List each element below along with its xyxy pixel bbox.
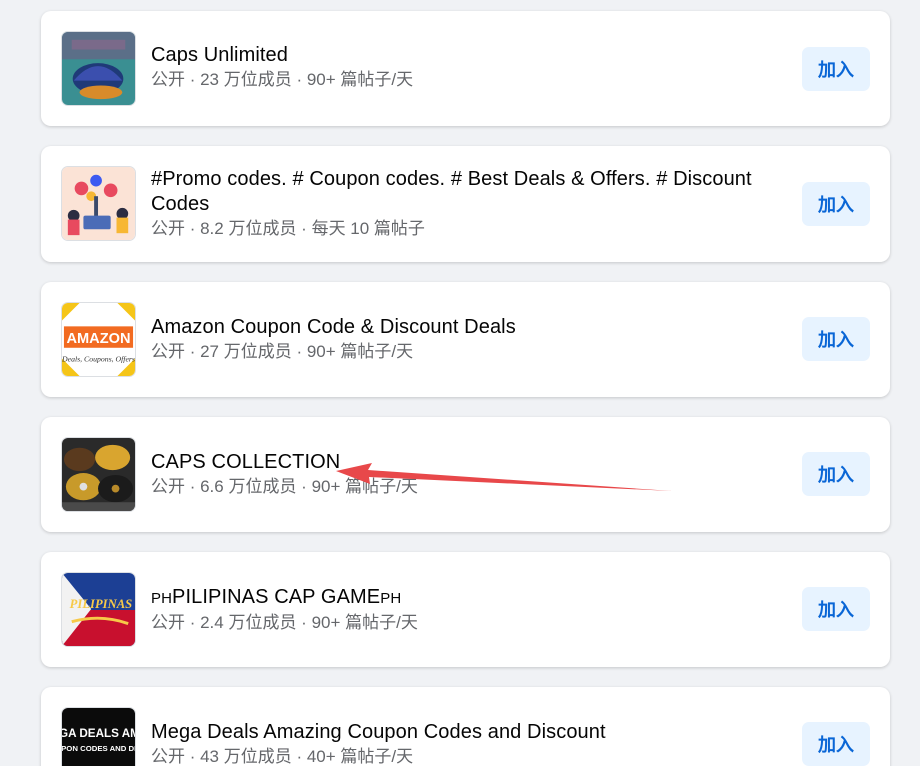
- flag-prefix: PH: [151, 590, 173, 607]
- group-name[interactable]: Amazon Coupon Code & Discount Deals: [151, 315, 790, 340]
- join-button[interactable]: 加入: [802, 722, 870, 766]
- group-meta: 公开 · 8.2 万位成员 · 每天 10 篇帖子: [151, 219, 425, 238]
- join-button[interactable]: 加入: [802, 317, 870, 361]
- thumb-logo-subtext: COUPON CODES AND DISCO: [62, 744, 135, 753]
- group-card[interactable]: PILIPINAS PHPILIPINAS CAP GAMEPH 公开 · 2.…: [41, 552, 890, 667]
- group-thumbnail[interactable]: PILIPINAS: [61, 572, 136, 647]
- join-button[interactable]: 加入: [802, 452, 870, 496]
- group-name-main: PILIPINAS CAP GAME: [172, 586, 381, 608]
- group-name[interactable]: PHPILIPINAS CAP GAMEPH: [151, 585, 790, 611]
- join-button[interactable]: 加入: [802, 47, 870, 91]
- group-meta: 公开 · 23 万位成员 · 90+ 篇帖子/天: [151, 70, 414, 89]
- group-meta: 公开 · 27 万位成员 · 90+ 篇帖子/天: [151, 342, 414, 361]
- thumb-logo-text: AMAZON: [66, 331, 130, 347]
- join-button[interactable]: 加入: [802, 587, 870, 631]
- group-thumbnail[interactable]: MEGA DEALS AMAZ COUPON CODES AND DISCO: [61, 707, 136, 766]
- group-card[interactable]: Caps Unlimited 公开 · 23 万位成员 · 90+ 篇帖子/天 …: [41, 11, 890, 126]
- group-card[interactable]: CAPS COLLECTION 公开 · 6.6 万位成员 · 90+ 篇帖子/…: [41, 417, 890, 532]
- group-card[interactable]: MEGA DEALS AMAZ COUPON CODES AND DISCO M…: [41, 687, 890, 766]
- group-meta: 公开 · 2.4 万位成员 · 90+ 篇帖子/天: [151, 613, 418, 632]
- thumb-logo-text: PILIPINAS: [70, 597, 133, 611]
- group-thumbnail[interactable]: [61, 166, 136, 241]
- join-button[interactable]: 加入: [802, 182, 870, 226]
- thumb-logo-subtext: Deals, Coupons, Offers: [62, 354, 135, 363]
- group-card[interactable]: #Promo codes. # Coupon codes. # Best Dea…: [41, 146, 890, 262]
- group-name[interactable]: Mega Deals Amazing Coupon Codes and Disc…: [151, 720, 790, 745]
- thumb-logo-text: MEGA DEALS AMAZ: [62, 727, 135, 740]
- flag-suffix: PH: [380, 590, 402, 607]
- group-list: Caps Unlimited 公开 · 23 万位成员 · 90+ 篇帖子/天 …: [0, 0, 920, 766]
- group-thumbnail[interactable]: AMAZON Deals, Coupons, Offers: [61, 302, 136, 377]
- group-meta: 公开 · 6.6 万位成员 · 90+ 篇帖子/天: [151, 477, 418, 496]
- group-card[interactable]: AMAZON Deals, Coupons, Offers Amazon Cou…: [41, 282, 890, 397]
- group-thumbnail[interactable]: [61, 437, 136, 512]
- group-name[interactable]: #Promo codes. # Coupon codes. # Best Dea…: [151, 167, 790, 217]
- group-meta: 公开 · 43 万位成员 · 40+ 篇帖子/天: [151, 747, 414, 766]
- group-thumbnail[interactable]: [61, 31, 136, 106]
- group-name[interactable]: Caps Unlimited: [151, 43, 790, 68]
- group-name[interactable]: CAPS COLLECTION: [151, 450, 790, 475]
